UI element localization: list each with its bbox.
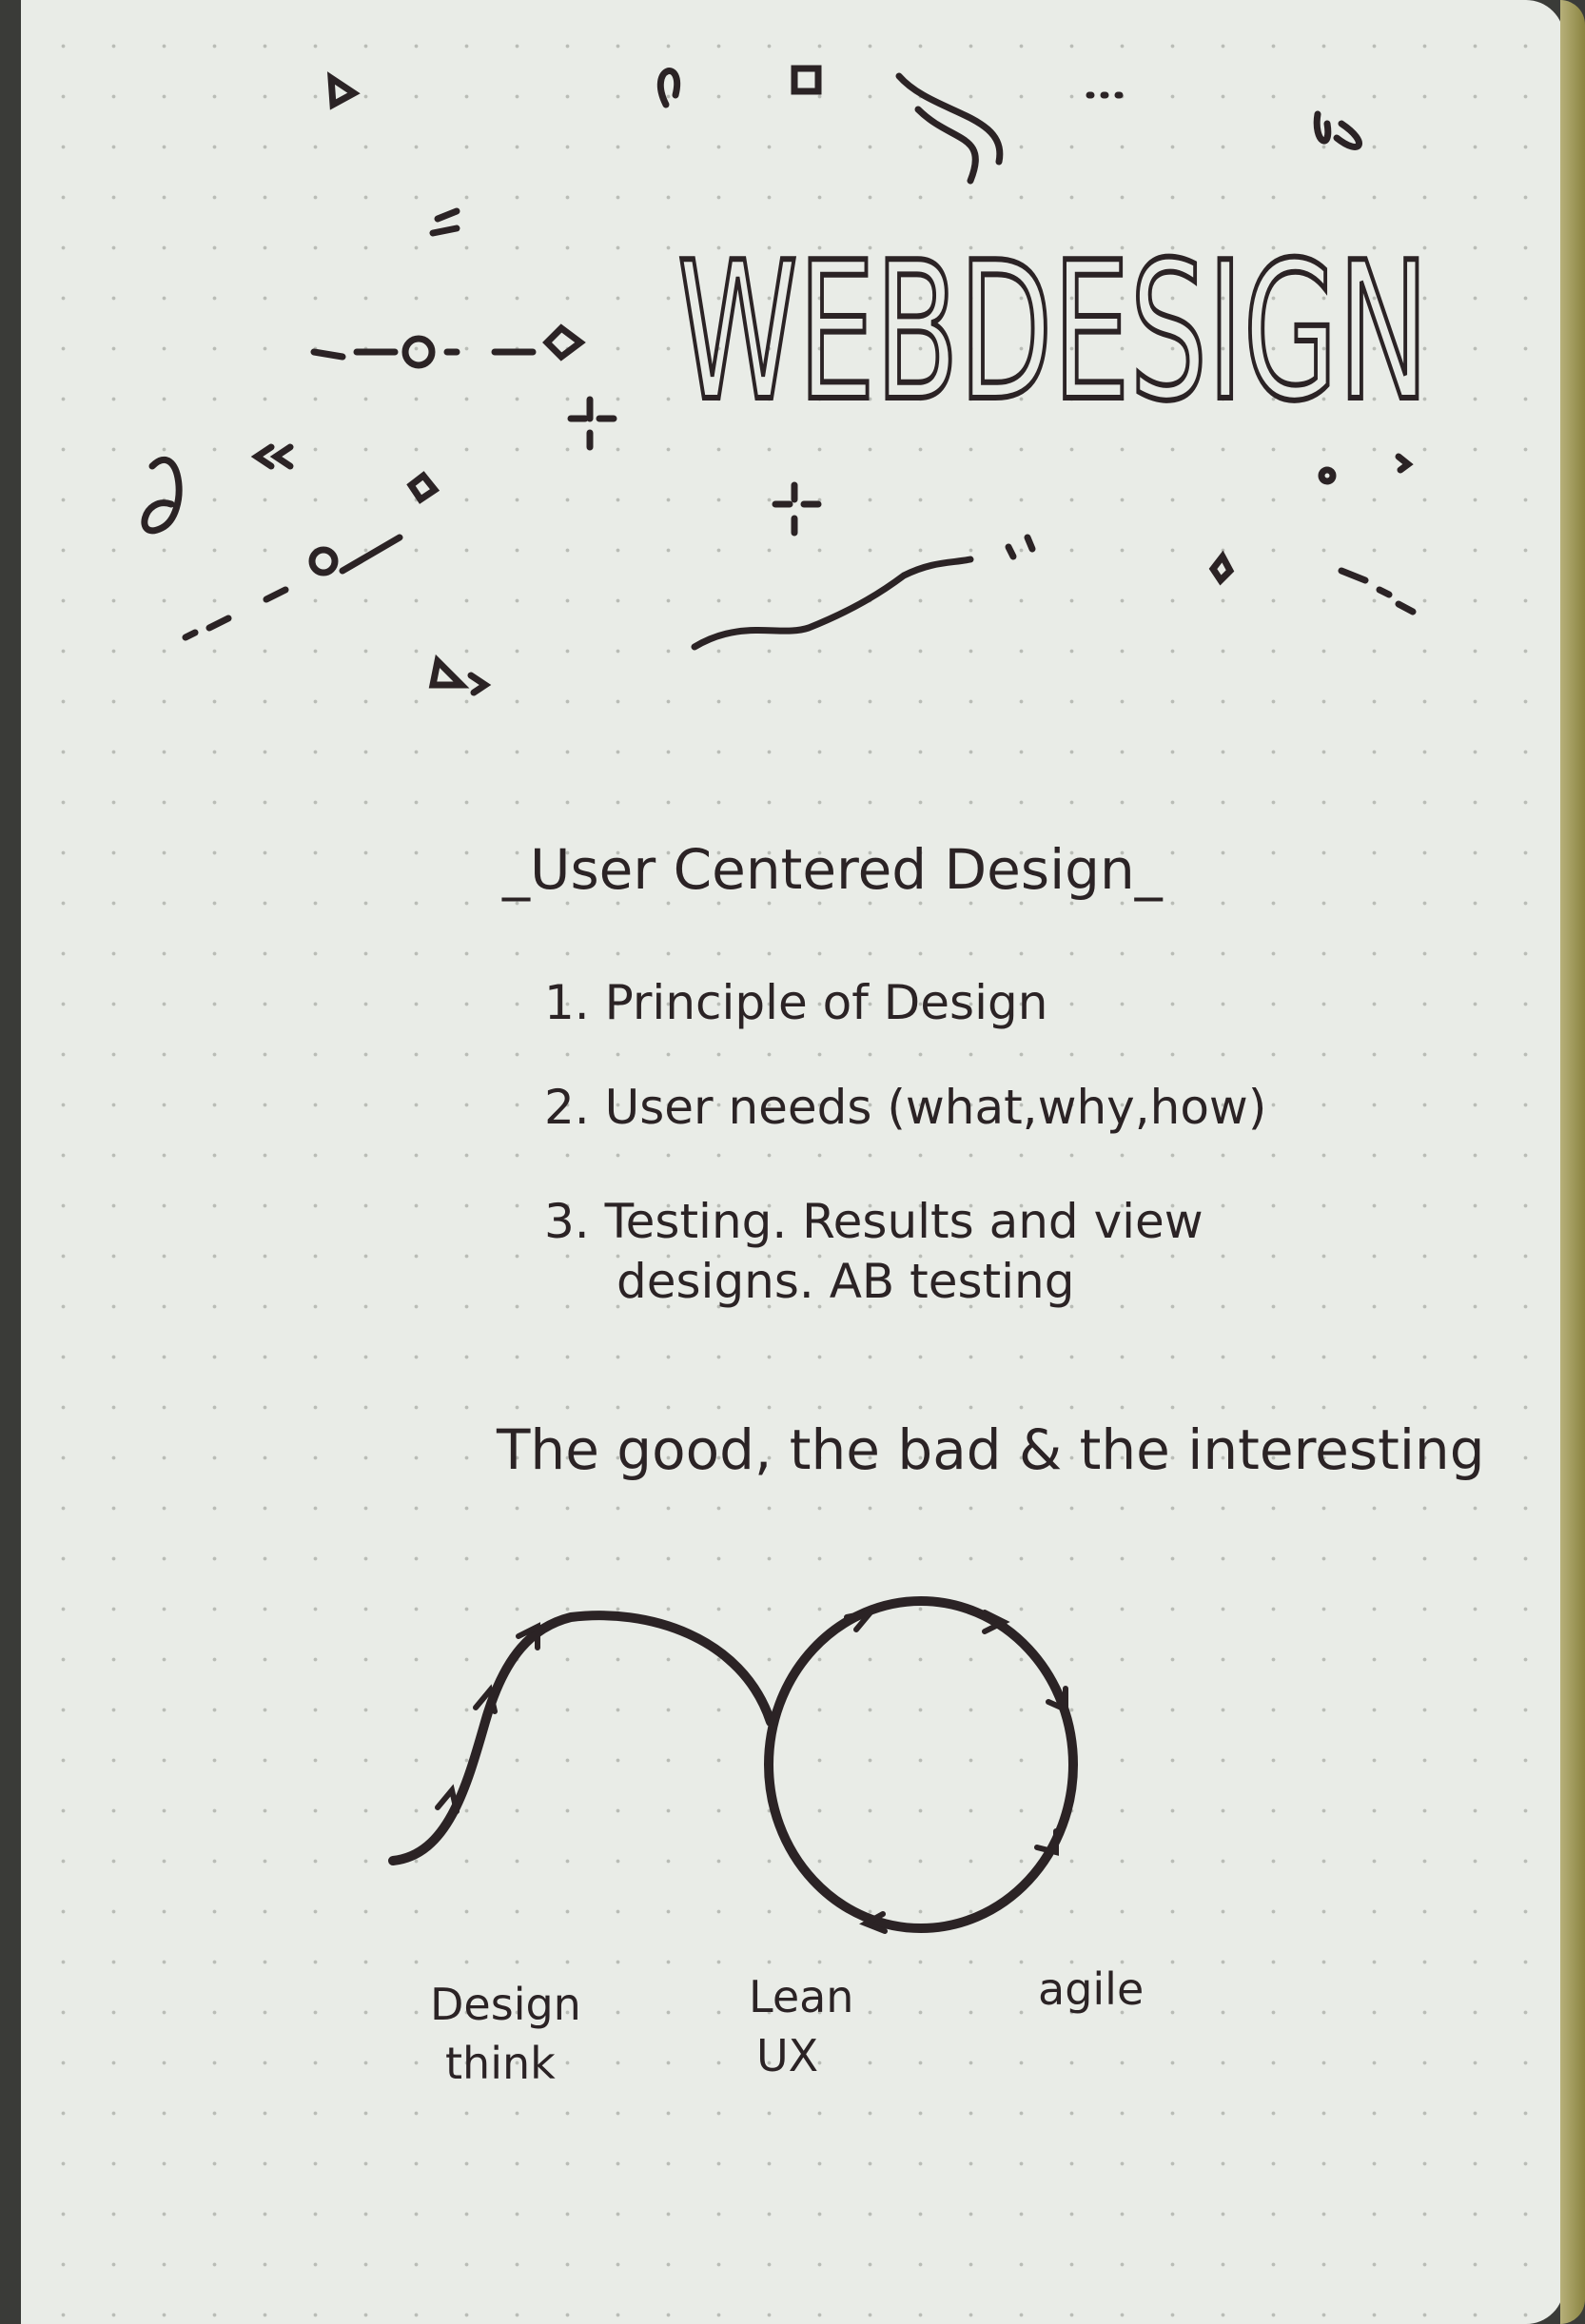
section-heading: _User Centered Design_: [502, 837, 1163, 902]
title-webdesign: WEBDESIGN: [677, 222, 1429, 443]
wave-doodle: [895, 72, 1004, 185]
star-doodle-2: [406, 471, 440, 504]
list-item-3-continued: designs. AB testing: [616, 1254, 1075, 1309]
triangle-doodle-2: [428, 654, 492, 696]
swirl-doodle: [656, 68, 681, 108]
diamond-doodle: [542, 323, 586, 361]
dash-doodle: [1338, 567, 1417, 615]
list-item-2: 2. User needs (what,why,how): [544, 1080, 1267, 1135]
chevrons-doodle: [250, 443, 294, 470]
label-design: Design: [430, 1979, 581, 2030]
list-item-3: 3. Testing. Results and view: [544, 1194, 1203, 1249]
connector-doodle: [310, 348, 537, 361]
design-think-curve: [388, 1611, 775, 1865]
ticks-doodle: [1005, 534, 1036, 560]
subheading: The good, the bad & the interesting: [497, 1417, 1485, 1482]
star-doodle: [791, 65, 822, 95]
squiggle-doodle: [691, 556, 974, 651]
lean-ux-agile-loop: [764, 1596, 1078, 1933]
list-item-1: 1. Principle of Design: [544, 975, 1048, 1030]
label-agile: agile: [1038, 1963, 1145, 2015]
line-doodle: [182, 534, 403, 641]
sparkle-doodle-2: [772, 481, 822, 537]
label-think: think: [445, 2038, 556, 2089]
arrowhead: [435, 1608, 1068, 1934]
sparkle-doodle: [567, 396, 617, 451]
leaf-doodle: [1313, 110, 1362, 150]
triangle-doodle: [327, 71, 361, 110]
spiral-doodle: [141, 456, 183, 535]
star-doodle-3: [1208, 550, 1235, 586]
label-ux: UX: [756, 2030, 819, 2081]
label-lean: Lean: [749, 1971, 854, 2022]
